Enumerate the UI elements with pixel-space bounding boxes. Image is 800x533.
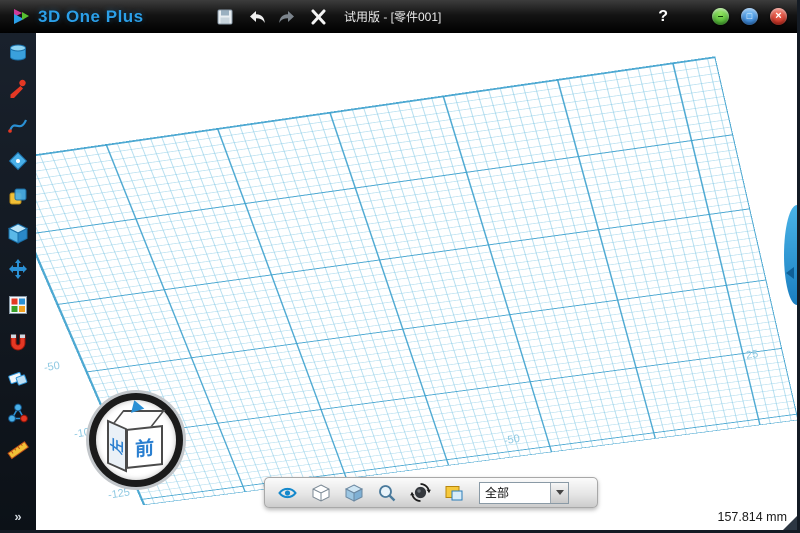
eye-icon	[277, 483, 298, 503]
orbit-camera-icon	[410, 482, 431, 503]
close-button[interactable]: ×	[770, 8, 787, 25]
view-cube-front-face[interactable]: 前	[126, 425, 163, 469]
app-window: 3D One Plus	[0, 0, 800, 533]
sidebar-expand-button[interactable]: »	[14, 509, 21, 524]
combo-dropdown-button[interactable]	[550, 483, 568, 503]
delete-x-icon	[309, 8, 327, 26]
document-title: 试用版 - [零件001]	[344, 8, 441, 25]
save-button[interactable]	[214, 6, 236, 28]
sequence-list-icon	[7, 294, 29, 316]
texture-image-icon	[444, 483, 464, 503]
cylinder-icon	[7, 42, 29, 64]
zoom-button[interactable]	[377, 483, 397, 503]
panel-handle-leaf	[784, 205, 797, 305]
titlebar: 3D One Plus	[0, 0, 797, 33]
sidebar-tool-move[interactable]	[5, 257, 31, 281]
sidebar-tool-primitives[interactable]	[5, 41, 31, 65]
sidebar-tool-special-feature[interactable]	[5, 149, 31, 173]
molecule-icon	[7, 402, 29, 424]
viewport-3d[interactable]: -50 -100 -125 -100 -50 25 左 前	[36, 33, 797, 530]
diamond-icon	[7, 150, 29, 172]
right-panel-handle[interactable]	[783, 205, 797, 305]
orbit-button[interactable]	[410, 482, 431, 503]
redo-icon	[278, 8, 297, 26]
view-cube-front-label: 前	[135, 433, 154, 462]
tool-sidebar: »	[0, 33, 36, 530]
help-button[interactable]: ?	[658, 8, 668, 26]
undo-button[interactable]	[245, 6, 267, 28]
cube-icon	[7, 222, 29, 244]
filter-selected-value: 全部	[480, 484, 550, 501]
view-cube[interactable]: 左 前	[89, 393, 183, 487]
undo-icon	[247, 8, 266, 26]
grid-axis-label: -50	[43, 360, 61, 374]
titlebar-right: ? – □ ×	[658, 8, 787, 26]
move-arrows-icon	[7, 258, 29, 280]
ruler-icon	[7, 438, 29, 460]
sidebar-tool-material[interactable]	[5, 365, 31, 389]
sidebar-tool-measure[interactable]	[5, 437, 31, 461]
view-cube-left-face[interactable]: 左	[107, 420, 127, 473]
layers-icon	[7, 186, 29, 208]
sidebar-tool-sequence[interactable]	[5, 293, 31, 317]
visibility-button[interactable]	[277, 483, 298, 503]
measurement-readout: 157.814 mm	[718, 510, 787, 524]
shaded-mode-button[interactable]	[344, 483, 364, 503]
view-cube-left-label: 左	[107, 435, 127, 458]
eraser-icon	[7, 366, 29, 388]
app-name: 3D One Plus	[38, 7, 144, 27]
delete-button[interactable]	[307, 6, 329, 28]
sidebar-tool-assembly[interactable]	[5, 401, 31, 425]
sidebar-tool-curve[interactable]	[5, 113, 31, 137]
texture-button[interactable]	[444, 483, 464, 503]
sidebar-tool-sketch[interactable]	[5, 77, 31, 101]
maximize-button[interactable]: □	[741, 8, 758, 25]
grid-axis-label: -125	[107, 486, 131, 501]
pen-icon	[7, 78, 29, 100]
save-icon	[216, 8, 234, 26]
minimize-button[interactable]: –	[712, 8, 729, 25]
redo-button[interactable]	[276, 6, 298, 28]
app-logo: 3D One Plus	[10, 6, 200, 28]
app-logo-icon	[10, 6, 32, 28]
resize-grip[interactable]	[783, 516, 797, 530]
shaded-cube-icon	[344, 483, 364, 503]
grid-axis-label: 25	[745, 348, 759, 362]
grid-axis-label: -50	[503, 433, 521, 447]
panel-collapse-arrow-icon	[786, 267, 794, 279]
display-toolbar: 全部	[264, 477, 598, 508]
wireframe-mode-button[interactable]	[311, 483, 331, 503]
filter-combobox[interactable]: 全部	[479, 482, 569, 504]
document-toolbar: 试用版 - [零件001]	[214, 6, 441, 28]
sidebar-tool-combine[interactable]	[5, 185, 31, 209]
caret-down-icon	[556, 490, 564, 495]
wireframe-cube-icon	[311, 483, 331, 503]
magnifier-icon	[377, 483, 397, 503]
magnet-icon	[7, 330, 29, 352]
sidebar-tool-solid[interactable]	[5, 221, 31, 245]
spline-icon	[7, 114, 29, 136]
sidebar-tool-magnet[interactable]	[5, 329, 31, 353]
